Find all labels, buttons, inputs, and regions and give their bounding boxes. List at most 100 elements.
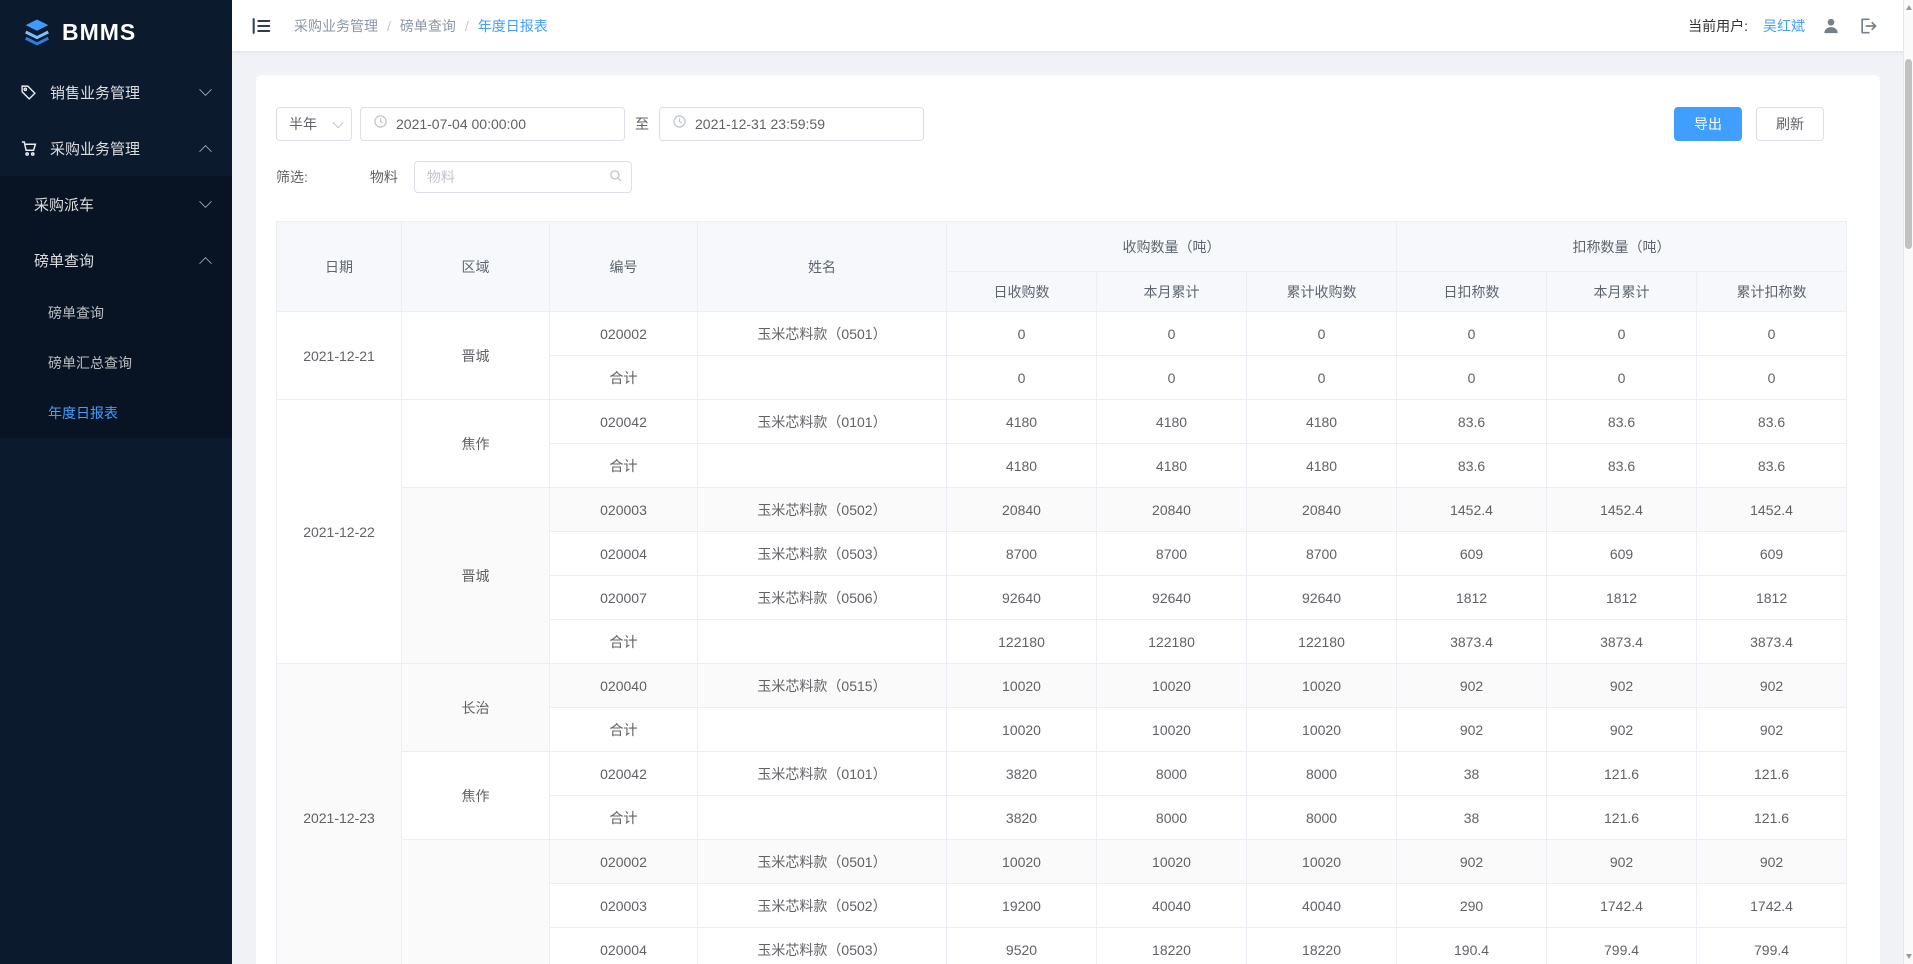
table-cell: 0 xyxy=(1546,355,1698,400)
chevron-up-icon xyxy=(199,256,212,270)
material-search-input[interactable] xyxy=(426,169,608,185)
filter-label: 筛选: xyxy=(276,169,308,185)
table-cell: 0 xyxy=(1696,311,1848,356)
logout-icon[interactable] xyxy=(1857,15,1879,37)
table-cell: 0 xyxy=(1096,355,1247,400)
table-cell: 40040 xyxy=(1245,883,1398,928)
table-cell: 83.6 xyxy=(1546,399,1698,444)
user-area: 当前用户: 吴红斌 xyxy=(1688,15,1879,37)
table-cell: 4180 xyxy=(946,443,1097,488)
sidebar-item-dispatch[interactable]: 采购派车 xyxy=(0,176,232,232)
sidebar-item-annual-report[interactable]: 年度日报表 xyxy=(0,388,232,438)
chevron-down-icon xyxy=(332,116,344,129)
col-header-month-total-purchase: 本月累计 xyxy=(1096,271,1247,312)
table-row: 晋城 020003 玉米芯料款（0502） 20840 20840 20840 1452.4… xyxy=(277,487,1848,664)
app-root: BMMS 销售业务管理 采购业务管理 采购派车 磅单查询 磅单查询 磅单汇总查询… xyxy=(0,0,1913,964)
table-cell: 8700 xyxy=(1096,531,1247,576)
table-cell: 4180 xyxy=(1245,399,1398,444)
table-cell: 121.6 xyxy=(1546,751,1698,796)
col-group-purchase: 收购数量（吨） xyxy=(945,221,1398,272)
end-date-input[interactable] xyxy=(659,107,924,141)
table-cell: 玉米芯料款（0503） xyxy=(697,531,947,576)
content: 半年 至 xyxy=(232,51,1913,964)
table-cell: 020007 xyxy=(549,575,698,620)
material-label: 物料 xyxy=(369,169,398,185)
table-cell: 8700 xyxy=(946,531,1097,576)
vertical-scrollbar[interactable] xyxy=(1903,0,1913,964)
sidebar-item-weighbill[interactable]: 磅单查询 xyxy=(0,232,232,288)
table-cell: 玉米芯料款（0506） xyxy=(697,575,947,620)
table-cell: 83.6 xyxy=(1696,399,1848,444)
table-cell: 10020 xyxy=(946,707,1097,752)
table-cell: 92640 xyxy=(946,575,1097,620)
table-cell: 0 xyxy=(946,355,1097,400)
sidebar-menu: 销售业务管理 采购业务管理 采购派车 磅单查询 磅单查询 磅单汇总查询 年度日报… xyxy=(0,64,232,438)
table-cell: 902 xyxy=(1396,707,1548,752)
table-cell: 0 xyxy=(1096,311,1247,356)
table-cell: 焦作 xyxy=(401,751,550,840)
table-cell: 2021-12-23 xyxy=(276,663,402,964)
sidebar-item-weighbill-summary[interactable]: 磅单汇总查询 xyxy=(0,338,232,388)
user-name-link[interactable]: 吴红斌 xyxy=(1763,16,1805,36)
table-cell: 020004 xyxy=(549,927,698,964)
breadcrumb-item[interactable]: 磅单查询 xyxy=(400,16,456,36)
col-header-cumulative-deduct: 累计扣称数 xyxy=(1696,271,1848,312)
table-cell: 玉米芯料款（0502） xyxy=(697,883,947,928)
breadcrumb-item[interactable]: 采购业务管理 xyxy=(294,16,378,36)
clock-icon xyxy=(672,114,687,134)
table-cell: 9520 xyxy=(946,927,1097,964)
user-icon[interactable] xyxy=(1820,15,1842,37)
breadcrumb-separator: / xyxy=(387,17,391,34)
table-cell: 83.6 xyxy=(1396,443,1548,488)
current-user-label: 当前用户: xyxy=(1688,17,1748,34)
sidebar-item-sales[interactable]: 销售业务管理 xyxy=(0,64,232,120)
table-cell: 122180 xyxy=(1245,619,1398,664)
material-search-box xyxy=(413,161,632,193)
table-cell: 10020 xyxy=(1096,663,1247,708)
logo-icon xyxy=(22,17,52,47)
table-cell: 38 xyxy=(1396,795,1548,840)
refresh-button[interactable]: 刷新 xyxy=(1756,107,1824,141)
export-button[interactable]: 导出 xyxy=(1674,107,1742,141)
purchase-submenu: 采购派车 磅单查询 磅单查询 磅单汇总查询 年度日报表 xyxy=(0,176,232,438)
col-header-name: 姓名 xyxy=(697,221,947,312)
table-cell: 020042 xyxy=(549,751,698,796)
table-cell: 609 xyxy=(1696,531,1848,576)
scrollbar-down-arrow[interactable] xyxy=(1906,954,1912,959)
scrollbar-up-arrow[interactable] xyxy=(1906,5,1912,10)
table-cell: 8700 xyxy=(1245,531,1398,576)
sidebar-item-purchase[interactable]: 采购业务管理 xyxy=(0,120,232,176)
table-cell xyxy=(697,355,947,400)
table-cell: 玉米芯料款（0503） xyxy=(697,927,947,964)
table-cell: 10020 xyxy=(1096,707,1247,752)
table-cell: 83.6 xyxy=(1696,443,1848,488)
table-row: 焦作 020042 玉米芯料款（0101） 3820 8000 8000 38 121.6 12… xyxy=(277,751,1848,840)
table-cell: 020042 xyxy=(549,399,698,444)
action-buttons: 导出 刷新 xyxy=(1674,107,1824,141)
filter-row-2: 筛选: 物料 xyxy=(276,161,1860,193)
table-cell: 4180 xyxy=(946,399,1097,444)
end-date-value[interactable] xyxy=(695,116,911,132)
clock-icon xyxy=(373,114,388,134)
table-cell: 92640 xyxy=(1245,575,1398,620)
table-row: 020002 玉米芯料款（0501） 10020 10020 10020 902 902 90… xyxy=(277,839,1848,964)
table-cell: 10020 xyxy=(1096,839,1247,884)
breadcrumb-current: 年度日报表 xyxy=(477,17,548,34)
table-cell: 0 xyxy=(1245,355,1398,400)
start-date-input[interactable] xyxy=(360,107,625,141)
period-select[interactable]: 半年 xyxy=(276,107,352,141)
table-cell: 20840 xyxy=(946,487,1097,532)
logo-text: BMMS xyxy=(62,18,137,45)
menu-fold-icon[interactable] xyxy=(248,13,274,39)
table-cell: 902 xyxy=(1696,707,1848,752)
sidebar-item-label: 年度日报表 xyxy=(48,405,118,421)
scrollbar-thumb[interactable] xyxy=(1905,59,1912,249)
search-icon xyxy=(608,168,623,186)
main-area: 采购业务管理 / 磅单查询 / 年度日报表 当前用户: 吴红斌 半年 2021-… xyxy=(232,0,1913,964)
table-cell: 20840 xyxy=(1096,487,1247,532)
start-date-value[interactable] xyxy=(396,116,612,132)
sidebar-item-label: 销售业务管理 xyxy=(50,84,141,102)
table-cell: 19200 xyxy=(946,883,1097,928)
table-cell: 2021-12-21 xyxy=(276,311,402,400)
sidebar-item-weighbill-query[interactable]: 磅单查询 xyxy=(0,288,232,338)
